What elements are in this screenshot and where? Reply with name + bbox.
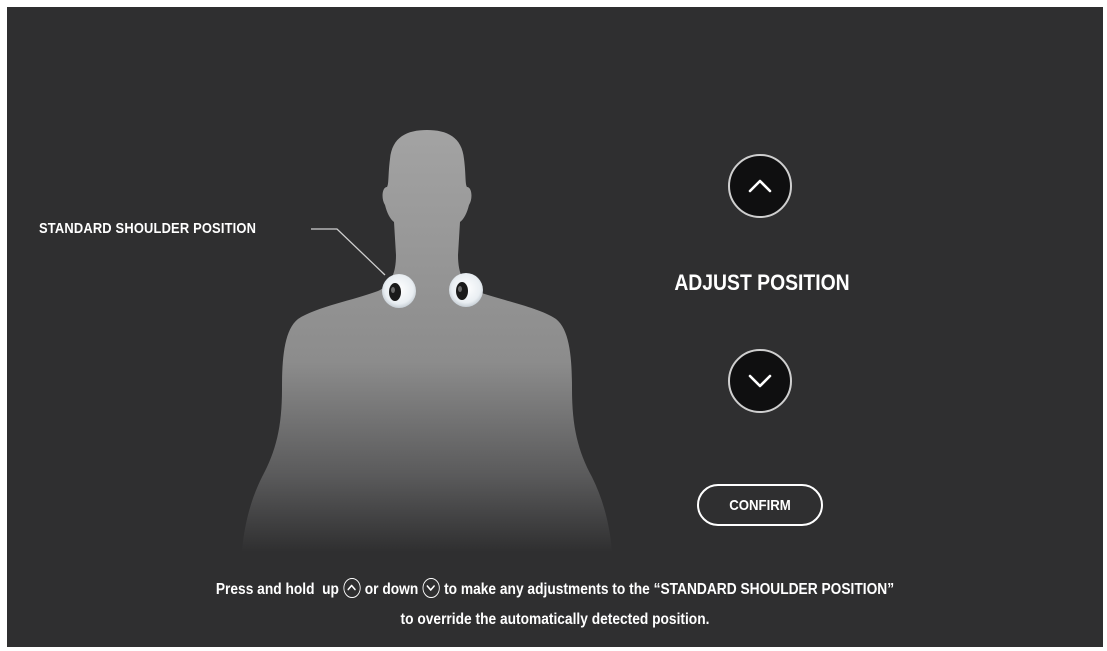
- instructions-line-2: to override the automatically detected p…: [400, 611, 710, 628]
- instructions-part-1: Press and hold up: [215, 581, 339, 598]
- chevron-down-icon: [422, 578, 440, 598]
- chevron-down-icon: [748, 374, 772, 388]
- instructions-text: Press and hold up or down to make any adju…: [7, 575, 1103, 635]
- shoulder-adjust-screen: STANDARD SHOULDER POSITION ADJUST POSITI…: [7, 7, 1103, 647]
- right-roller: [449, 273, 483, 307]
- up-button[interactable]: [728, 154, 792, 218]
- confirm-label: CONFIRM: [729, 496, 791, 514]
- confirm-button[interactable]: CONFIRM: [697, 484, 823, 526]
- standard-shoulder-position-label: STANDARD SHOULDER POSITION: [39, 220, 257, 237]
- instructions-line-1: Press and hold up or down to make any adju…: [84, 575, 1027, 605]
- instructions-part-2: or down: [364, 581, 419, 598]
- adjust-position-title: ADJUST POSITION: [674, 270, 850, 295]
- chevron-up-icon: [343, 578, 361, 598]
- instructions-part-3: to make any adjustments to the “STANDARD…: [444, 581, 895, 598]
- body-silhouette: [242, 130, 612, 552]
- chevron-up-icon: [748, 179, 772, 193]
- down-button[interactable]: [728, 349, 792, 413]
- left-roller: [382, 274, 416, 308]
